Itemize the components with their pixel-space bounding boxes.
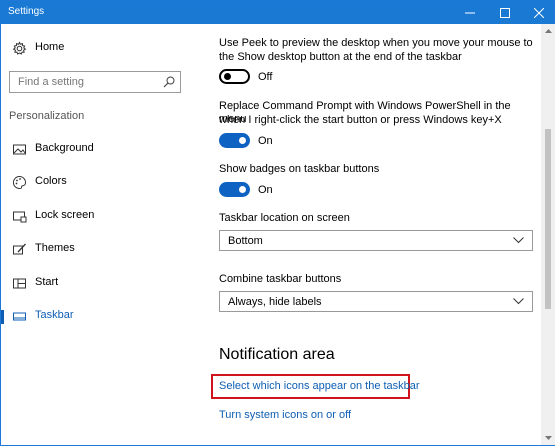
taskbar-icon (13, 312, 26, 321)
toggle-knob (239, 186, 246, 193)
window-title: Settings (8, 6, 45, 17)
main-content: Use Peek to preview the desktop when you… (196, 24, 541, 445)
powershell-toggle[interactable] (219, 133, 250, 148)
scroll-thumb[interactable] (545, 129, 551, 309)
sidebar-item-background[interactable]: Background (1, 133, 196, 167)
title-bar: Settings (1, 1, 554, 24)
system-icons-link[interactable]: Turn system icons on or off (219, 409, 351, 421)
start-tiles-icon (13, 278, 26, 289)
peek-description-line2: the Show desktop button at the end of th… (219, 51, 462, 63)
combine-buttons-dropdown[interactable]: Always, hide labels (219, 291, 533, 312)
close-icon (534, 7, 544, 18)
minimize-icon (465, 12, 475, 13)
toggle-knob (239, 137, 246, 144)
sidebar-item-label: Background (35, 142, 94, 154)
sidebar-item-start[interactable]: Start (1, 267, 196, 301)
select-icons-link[interactable]: Select which icons appear on the taskbar (219, 380, 420, 392)
lock-screen-icon (13, 211, 27, 223)
sidebar-item-label: Lock screen (35, 209, 95, 221)
notification-area-heading: Notification area (219, 346, 335, 363)
vertical-scrollbar[interactable] (541, 24, 555, 445)
combine-label: Combine taskbar buttons (219, 273, 342, 285)
powershell-description-line2: when I right-click the start button or p… (219, 114, 502, 126)
sidebar-item-label: Home (35, 41, 65, 53)
sidebar-item-taskbar[interactable]: Taskbar (1, 300, 196, 334)
sidebar-item-label: Themes (35, 242, 75, 254)
badges-toggle[interactable] (219, 182, 250, 197)
dropdown-value: Bottom (228, 235, 263, 247)
sidebar-item-label: Colors (35, 175, 67, 187)
powershell-toggle-state: On (258, 135, 273, 147)
chevron-down-icon (513, 298, 524, 305)
settings-window: Settings Home Find a setting Personaliza (0, 0, 555, 446)
section-label-personalization: Personalization (9, 110, 85, 122)
search-input[interactable]: Find a setting (9, 71, 181, 93)
sidebar-item-lock-screen[interactable]: Lock screen (1, 200, 196, 234)
badges-description: Show badges on taskbar buttons (219, 163, 380, 175)
toggle-knob (224, 73, 231, 80)
peek-toggle-state: Off (258, 71, 273, 83)
sidebar-item-home[interactable]: Home (1, 32, 196, 66)
sidebar-item-themes[interactable]: Themes (1, 233, 196, 267)
peek-description-line1: Use Peek to preview the desktop when you… (219, 37, 533, 49)
close-button[interactable] (522, 1, 555, 24)
location-label: Taskbar location on screen (219, 212, 350, 224)
chevron-down-icon (544, 436, 552, 440)
peek-toggle[interactable] (219, 69, 250, 84)
taskbar-location-dropdown[interactable]: Bottom (219, 230, 533, 251)
scroll-up-button[interactable] (541, 24, 555, 38)
chevron-down-icon (513, 237, 524, 244)
chevron-up-icon (544, 29, 552, 33)
sidebar-item-label: Start (35, 276, 59, 288)
gear-icon (12, 41, 27, 55)
search-placeholder: Find a setting (18, 76, 85, 88)
palette-icon (12, 175, 27, 189)
scroll-down-button[interactable] (541, 431, 555, 445)
active-indicator (1, 310, 4, 324)
picture-icon (13, 144, 26, 155)
dropdown-value: Always, hide labels (228, 296, 322, 308)
sidebar-item-colors[interactable]: Colors (1, 166, 196, 200)
sidebar: Home Find a setting Personalization Back… (1, 24, 196, 445)
maximize-icon (500, 7, 510, 18)
search-icon (163, 76, 175, 88)
badges-toggle-state: On (258, 184, 273, 196)
minimize-button[interactable] (453, 1, 487, 24)
brush-icon (13, 243, 26, 255)
maximize-button[interactable] (488, 1, 522, 24)
sidebar-item-label: Taskbar (35, 309, 74, 321)
